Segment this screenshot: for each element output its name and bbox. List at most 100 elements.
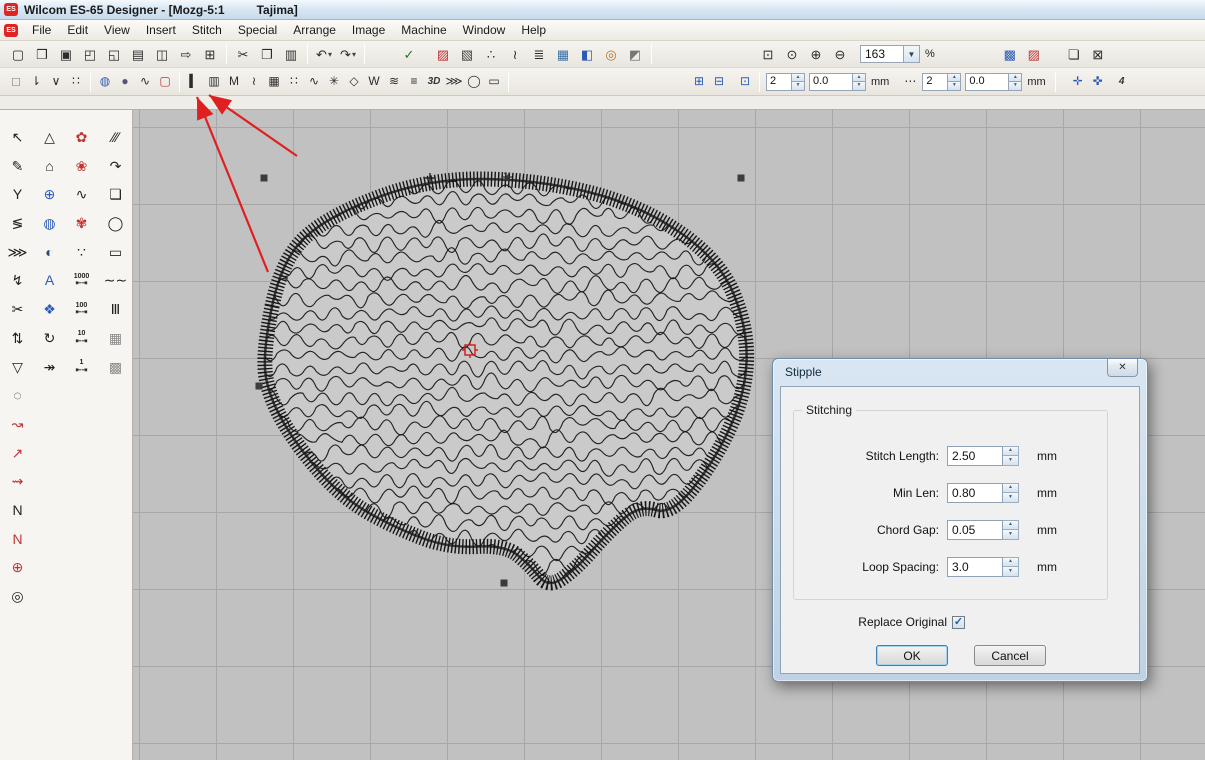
- zoom-box-icon[interactable]: ⊡: [757, 43, 779, 65]
- freehand-tool[interactable]: ≶: [3, 210, 32, 236]
- menu-help[interactable]: Help: [513, 21, 554, 39]
- zoom-in-icon[interactable]: ⊕: [805, 43, 827, 65]
- read-machine-file-icon[interactable]: ◱: [103, 43, 125, 65]
- star-fill-icon[interactable]: ✳: [325, 71, 343, 93]
- flower-stitch-tool[interactable]: ✿: [67, 124, 96, 150]
- dropdown-caret-icon[interactable]: ▾: [352, 50, 356, 59]
- menu-edit[interactable]: Edit: [59, 21, 96, 39]
- lettering-tool[interactable]: A: [35, 267, 64, 293]
- dropdown-caret-icon[interactable]: ▾: [328, 50, 332, 59]
- row-spacing-spinner-down[interactable]: ▼: [1009, 82, 1022, 91]
- min-len-input[interactable]: [947, 483, 1003, 503]
- menu-window[interactable]: Window: [455, 21, 514, 39]
- flip-vertical-tool[interactable]: ⇅: [3, 325, 32, 351]
- dot-select-icon[interactable]: ∷: [67, 71, 85, 93]
- globe-effect-tool[interactable]: ⊕: [35, 181, 64, 207]
- zoom-combo-dropdown[interactable]: ▼: [904, 45, 920, 63]
- applique-icon[interactable]: ∷: [285, 71, 303, 93]
- pan-icon[interactable]: ✜: [1089, 71, 1107, 93]
- menu-insert[interactable]: Insert: [138, 21, 184, 39]
- mirror-copy-tool[interactable]: ❏: [101, 181, 130, 207]
- arc-tool[interactable]: ↷: [101, 153, 130, 179]
- digitize-open-tool[interactable]: △: [35, 124, 64, 150]
- open-design-icon[interactable]: ❒: [31, 43, 53, 65]
- travel-1-tool[interactable]: 1 ⇤⇥: [67, 354, 96, 380]
- chord-gap-spin-down[interactable]: ▼: [1003, 530, 1019, 540]
- target-tool[interactable]: ◎: [3, 583, 32, 609]
- print-preview-icon[interactable]: ◫: [151, 43, 173, 65]
- funnel-tool[interactable]: ▽: [3, 354, 32, 380]
- rotate-tool[interactable]: ↻: [35, 325, 64, 351]
- stemstitch-tool[interactable]: ↗: [3, 440, 32, 466]
- v-select-icon[interactable]: ∨: [47, 71, 65, 93]
- reshape-tool[interactable]: ✎: [3, 153, 32, 179]
- branch-tool[interactable]: Y: [3, 181, 32, 207]
- ellipse-outline-tool[interactable]: ◌: [3, 382, 32, 408]
- show-connectors-toggle[interactable]: ≀: [504, 43, 526, 65]
- dot-fill-tool[interactable]: ∵: [67, 239, 96, 265]
- menu-file[interactable]: File: [24, 21, 59, 39]
- penetration-tool[interactable]: ⊕: [3, 554, 32, 580]
- row-spacing-spinner-value[interactable]: 0.0: [965, 73, 1009, 91]
- selection-handle-mid-left[interactable]: [256, 383, 263, 390]
- show-hoop-toggle[interactable]: ◎: [600, 43, 622, 65]
- write-machine-file-icon[interactable]: ◰: [79, 43, 101, 65]
- row-spacing-spinner-up[interactable]: ▲: [1009, 73, 1022, 83]
- rows-spinner-down[interactable]: ▼: [948, 82, 961, 91]
- stitch-length-input[interactable]: [947, 446, 1003, 466]
- flower-fill-tool[interactable]: ❀: [67, 153, 96, 179]
- petal-fill-tool[interactable]: ✾: [67, 210, 96, 236]
- polygon-select-icon[interactable]: ◻: [7, 71, 25, 93]
- undo-button[interactable]: ↶▾: [313, 43, 335, 65]
- open-freehand-tool[interactable]: N: [3, 497, 32, 523]
- closed-freehand-tool[interactable]: N: [3, 526, 32, 552]
- copy-icon[interactable]: ❐: [256, 43, 278, 65]
- paste-icon[interactable]: ▥: [280, 43, 302, 65]
- show-design-toggle[interactable]: ✓: [398, 43, 420, 65]
- menu-view[interactable]: View: [96, 21, 138, 39]
- travel-100-tool[interactable]: 100 ⇤⇥: [67, 296, 96, 322]
- background-toggle[interactable]: ◩: [624, 43, 646, 65]
- min-len-spin-down[interactable]: ▼: [1003, 493, 1019, 503]
- rows-spinner-up[interactable]: ▲: [948, 73, 961, 83]
- show-stitches-toggle[interactable]: ▧: [456, 43, 478, 65]
- send-to-machine-icon[interactable]: ⇨: [175, 43, 197, 65]
- rectangle-tool[interactable]: ▭: [101, 239, 130, 265]
- chord-gap-input[interactable]: [947, 520, 1003, 540]
- cut-object-tool[interactable]: ✂: [3, 296, 32, 322]
- brain-embroidery-object[interactable]: [239, 163, 758, 602]
- menu-image[interactable]: Image: [344, 21, 393, 39]
- replace-original-checkbox[interactable]: ✓: [952, 616, 965, 629]
- team-names-tool[interactable]: ❖: [35, 296, 64, 322]
- stitch-angle-tool[interactable]: ⋙: [3, 239, 32, 265]
- partial-clipped-icon[interactable]: 4: [1113, 71, 1131, 93]
- columns-spinner-up[interactable]: ▲: [792, 73, 805, 83]
- satin-stitch-icon[interactable]: ▍: [185, 71, 203, 93]
- show-machine-functions-toggle[interactable]: ≣: [528, 43, 550, 65]
- cut-icon[interactable]: ✂: [232, 43, 254, 65]
- sphere-effect-tool[interactable]: ◐: [35, 239, 64, 265]
- design-explorer-icon[interactable]: ⊠: [1087, 43, 1109, 65]
- select-tool[interactable]: ↖: [3, 124, 32, 150]
- stipple-fill-icon[interactable]: ∿: [136, 71, 154, 93]
- feather-edge-icon[interactable]: ⋙: [445, 71, 463, 93]
- layout-grid-icon[interactable]: ⊡: [736, 71, 754, 93]
- insert-design-icon[interactable]: ⊞: [199, 43, 221, 65]
- circle-digitize-tool[interactable]: ◍: [35, 210, 64, 236]
- column-spacing-spinner-value[interactable]: 0.0: [809, 73, 853, 91]
- contour-stitch-icon[interactable]: ≀: [245, 71, 263, 93]
- selection-handle-bottom-mid[interactable]: [501, 580, 508, 587]
- columns-spinner-down[interactable]: ▼: [792, 82, 805, 91]
- document-system-icon[interactable]: ES: [4, 24, 18, 37]
- trace-outline-icon[interactable]: ▢: [156, 71, 174, 93]
- align-grid-icon[interactable]: ⊞: [690, 71, 708, 93]
- rect-stitch-icon[interactable]: ▭: [485, 71, 503, 93]
- column-spacing-spinner-up[interactable]: ▲: [853, 73, 866, 83]
- diamond-fill-icon[interactable]: ◇: [345, 71, 363, 93]
- fancy-fill-icon[interactable]: ▦: [265, 71, 283, 93]
- digitize-closed-tool[interactable]: ⌂: [35, 153, 64, 179]
- true-view-toggle[interactable]: ◧: [576, 43, 598, 65]
- motif-stitch-icon[interactable]: M: [225, 71, 243, 93]
- cancel-button[interactable]: Cancel: [974, 645, 1046, 666]
- show-grid-toggle[interactable]: ▦: [552, 43, 574, 65]
